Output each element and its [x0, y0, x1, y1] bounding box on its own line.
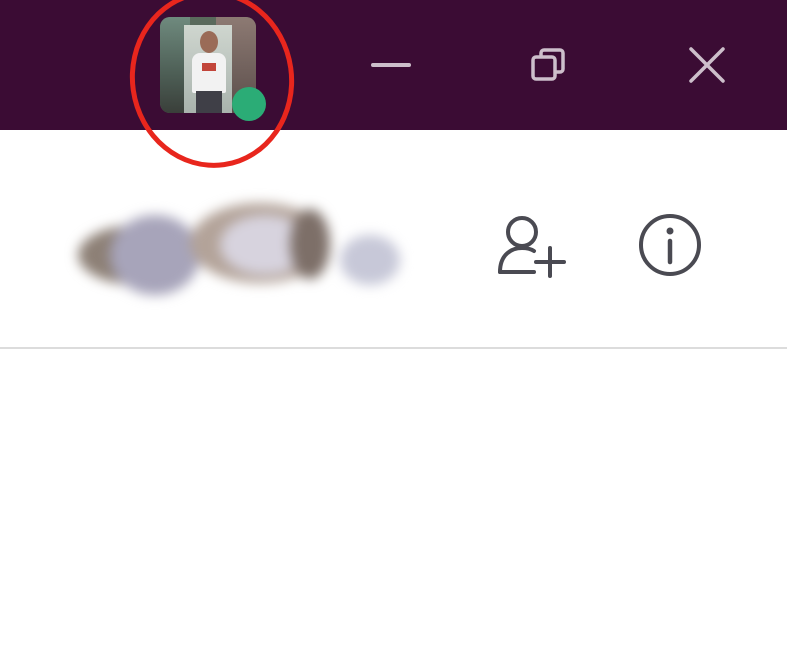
details-button[interactable]: [630, 205, 710, 285]
avatar-photo-shirt: [192, 53, 226, 93]
presence-active-indicator: [232, 87, 266, 121]
title-bar: [0, 0, 787, 130]
close-button[interactable]: [672, 30, 742, 100]
add-people-button[interactable]: [492, 205, 572, 285]
avatar-photo-shirt-mark: [202, 63, 216, 71]
restore-button[interactable]: [514, 30, 584, 100]
restore-icon: [531, 48, 565, 81]
close-icon: [689, 47, 725, 83]
minimize-icon: [371, 63, 411, 67]
minimize-button[interactable]: [356, 30, 426, 100]
add-user-icon: [498, 216, 566, 278]
content-area: [0, 349, 787, 665]
blurred-conversation-name: [70, 185, 420, 305]
info-icon: [639, 214, 701, 276]
avatar-photo-head: [200, 31, 218, 53]
avatar-photo-legs: [196, 91, 222, 113]
